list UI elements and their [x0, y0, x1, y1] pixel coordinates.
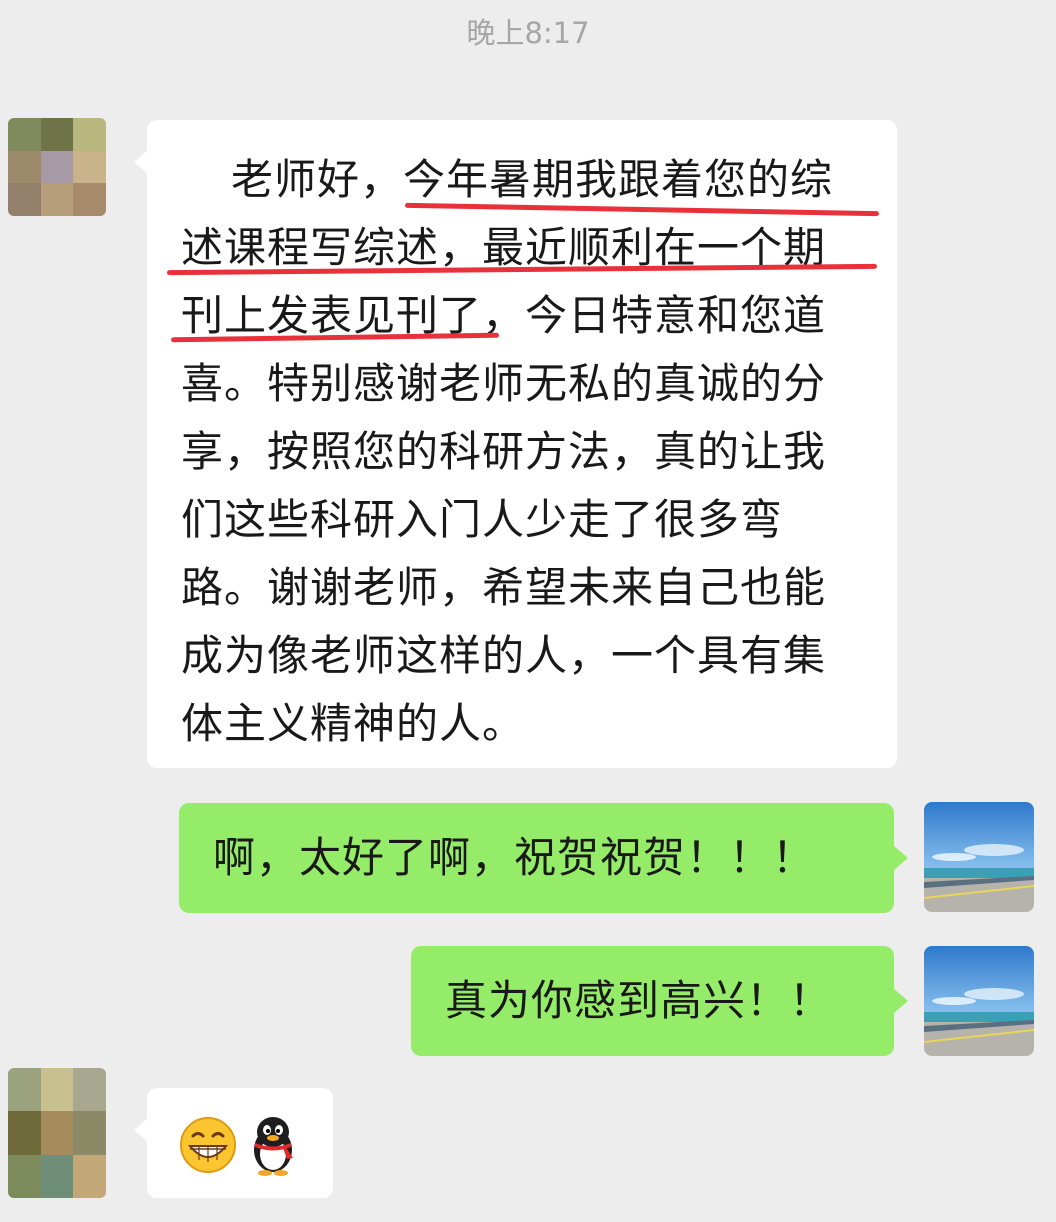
contact-avatar[interactable]: [8, 118, 106, 216]
grin-emoji: [180, 1117, 236, 1173]
message-line: 们这些科研入门人少走了很多弯: [181, 495, 784, 544]
message-text: 啊，太好了啊，祝贺祝贺！！！: [213, 833, 816, 882]
bubble-tail: [894, 989, 908, 1013]
message-line: 成为像老师这样的人，一个具有集: [181, 631, 827, 680]
user-avatar[interactable]: [924, 802, 1034, 912]
bubble-tail: [894, 846, 908, 870]
message-line: 体主义精神的人。: [181, 699, 526, 748]
message-bubble-outgoing[interactable]: 真为你感到高兴！！: [411, 946, 894, 1056]
qq-penguin-emoji: [254, 1117, 293, 1176]
message-text: 老师好，今年暑期我跟着您的综 述课程写综述，最近顺利在一个期 刊上发表见刊了，今…: [181, 146, 863, 758]
message-bubble-outgoing[interactable]: 啊，太好了啊，祝贺祝贺！！！: [179, 803, 894, 913]
message-text: 真为你感到高兴！！: [445, 976, 833, 1025]
message-line: 老师好，今年暑期我跟着您的综: [231, 155, 834, 204]
message-line: 路。谢谢老师，希望未来自己也能: [181, 563, 827, 612]
bubble-tail: [134, 1118, 148, 1142]
message-bubble-incoming[interactable]: 老师好，今年暑期我跟着您的综 述课程写综述，最近顺利在一个期 刊上发表见刊了，今…: [147, 120, 897, 768]
message-timestamp: 晚上8:17: [466, 16, 590, 50]
seaside-road-icon: [924, 946, 1034, 1056]
user-avatar[interactable]: [924, 946, 1034, 1056]
message-bubble-incoming[interactable]: [147, 1088, 333, 1198]
contact-avatar[interactable]: [8, 1068, 106, 1198]
bubble-tail: [134, 150, 148, 174]
message-line: 喜。特别感谢老师无私的真诚的分: [181, 359, 827, 408]
message-line: 享，按照您的科研方法，真的让我: [181, 427, 827, 476]
seaside-road-icon: [924, 802, 1034, 912]
